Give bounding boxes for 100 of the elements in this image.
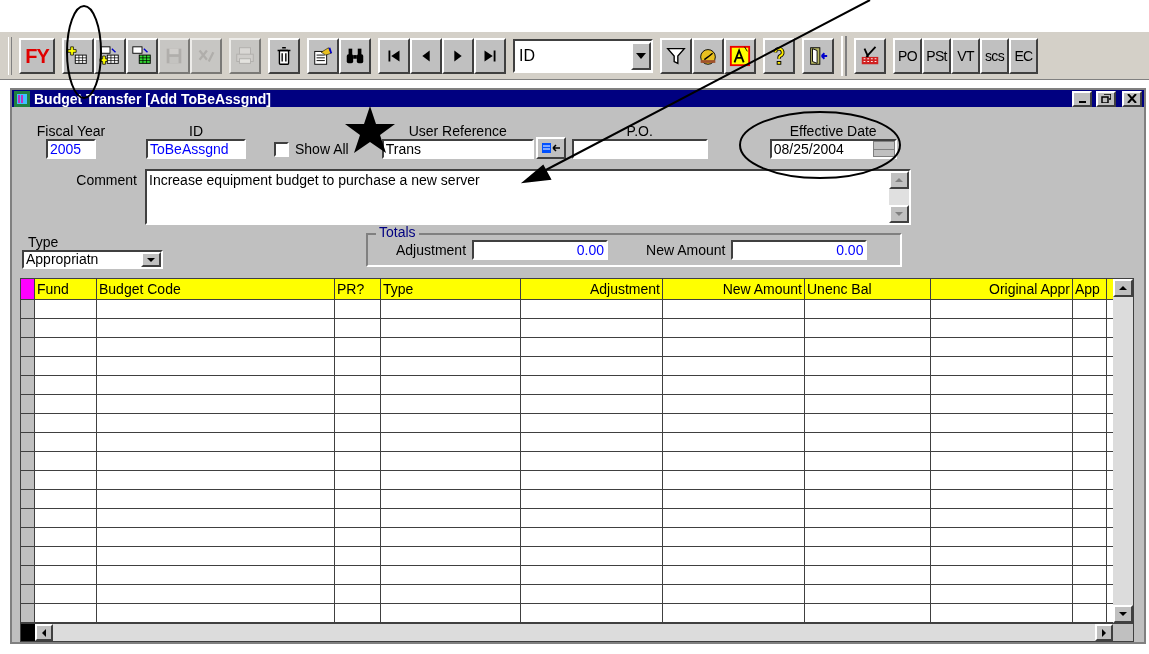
input-field[interactable]: 0.00: [731, 240, 868, 260]
field-label: Fiscal Year: [36, 123, 106, 139]
vertical-scrollbar[interactable]: [889, 171, 909, 223]
module-button[interactable]: PO: [893, 37, 922, 74]
field-label: New Amount: [646, 242, 726, 258]
column-header[interactable]: New Amount: [663, 279, 805, 299]
field-label: Type: [28, 234, 60, 250]
scroll-up-icon: [895, 178, 903, 182]
toolbar-button[interactable]: [692, 37, 724, 74]
type-dropdown[interactable]: Appropriatn: [22, 250, 163, 269]
field-label: Comment: [75, 172, 137, 188]
row-header[interactable]: [21, 319, 35, 337]
row-header[interactable]: [21, 528, 35, 546]
date-field[interactable]: 08/25/2004: [769, 139, 897, 159]
input-field[interactable]: 2005: [46, 139, 96, 159]
row-header[interactable]: [21, 604, 35, 622]
caret-icon: [147, 257, 155, 262]
app-icon: [14, 90, 30, 107]
row-header[interactable]: [21, 395, 35, 413]
column-header[interactable]: Original Appr: [931, 279, 1073, 299]
module-button[interactable]: EC: [1009, 37, 1038, 74]
row-header[interactable]: [21, 414, 35, 432]
module-button[interactable]: scs: [980, 37, 1009, 74]
minimize-icon: [1078, 100, 1086, 103]
column-header[interactable]: Fund: [35, 279, 97, 299]
close-button[interactable]: [1122, 90, 1142, 107]
row-header[interactable]: [21, 566, 35, 584]
column-header[interactable]: Adjustment: [521, 279, 663, 299]
toolbar-button[interactable]: [62, 37, 94, 74]
checkbox[interactable]: [274, 141, 289, 157]
toolbar-button[interactable]: [802, 37, 834, 74]
module-button[interactable]: PSt: [922, 37, 951, 74]
input-field[interactable]: Trans: [381, 139, 534, 159]
grid-corner: [1113, 624, 1133, 641]
row-header[interactable]: [21, 452, 35, 470]
row-header[interactable]: [21, 471, 35, 489]
row-header[interactable]: [21, 585, 35, 603]
field-label: Adjustment: [396, 242, 467, 258]
row-header[interactable]: [21, 547, 35, 565]
grid-corner: [21, 624, 35, 641]
scroll-down-icon: [1119, 612, 1127, 616]
horizontal-scrollbar[interactable]: [35, 624, 1113, 641]
row-header[interactable]: [21, 300, 35, 318]
column-header[interactable]: App: [1073, 279, 1107, 299]
column-header[interactable]: Type: [381, 279, 521, 299]
toolbar-button[interactable]: [763, 37, 795, 74]
comment-text-area[interactable]: Increase equipment budget to purchase a new server: [145, 169, 911, 225]
row-header[interactable]: [21, 357, 35, 375]
column-header[interactable]: PR?: [335, 279, 381, 299]
toolbar-button[interactable]: [474, 37, 506, 74]
toolbar-button[interactable]: [268, 37, 300, 74]
list-arrow-icon: [540, 142, 561, 154]
toolbar-button[interactable]: [126, 37, 158, 74]
row-header[interactable]: [21, 433, 35, 451]
report-tool-icon: [859, 44, 881, 67]
add-record-icon: [67, 44, 89, 67]
field-label: ID: [189, 123, 203, 139]
scroll-up-icon: [1119, 286, 1127, 290]
toolbar-button[interactable]: [660, 37, 692, 74]
font-icon: [729, 44, 751, 67]
module-button[interactable]: VT: [951, 37, 980, 74]
minimize-button[interactable]: [1072, 90, 1092, 107]
toolbar-button[interactable]: [724, 37, 756, 74]
row-header[interactable]: [21, 509, 35, 527]
row-header[interactable]: [21, 490, 35, 508]
toolbar-button[interactable]: [410, 37, 442, 74]
column-header[interactable]: Budget Code: [97, 279, 335, 299]
restore-button[interactable]: [1096, 90, 1116, 107]
copy-to-grid-icon: [131, 44, 153, 67]
input-field[interactable]: ToBeAssgnd: [146, 139, 246, 159]
input-field[interactable]: [571, 139, 708, 159]
lookup-button[interactable]: [535, 137, 566, 159]
scroll-right-icon: [1102, 628, 1106, 637]
toolbar-button[interactable]: [94, 37, 126, 74]
caret-icon: [636, 52, 646, 59]
column-header[interactable]: Unenc Bal: [805, 279, 931, 299]
search-field-dropdown[interactable]: ID: [513, 38, 653, 73]
notes-icon: [312, 44, 334, 67]
input-field[interactable]: 0.00: [472, 240, 609, 260]
vertical-scrollbar[interactable]: [1113, 279, 1133, 623]
field-label: Show All: [295, 141, 349, 157]
exit-door-icon: [807, 44, 829, 67]
row-header[interactable]: [21, 338, 35, 356]
spin-control[interactable]: [872, 141, 895, 157]
scroll-left-icon: [42, 628, 46, 637]
field-label: P.O.: [626, 123, 653, 139]
restore-icon: [1101, 94, 1111, 103]
toolbar-button[interactable]: [378, 37, 410, 74]
row-header[interactable]: [21, 376, 35, 394]
scroll-down-icon: [895, 212, 903, 216]
toolbar-button[interactable]: [854, 37, 886, 74]
print-icon: [234, 44, 256, 67]
field-label: User Reference: [408, 123, 507, 139]
copy-record-icon: [99, 44, 121, 67]
toolbar-button[interactable]: [307, 37, 339, 74]
group-title: Totals: [376, 225, 419, 239]
window-title: Budget Transfer [Add ToBeAssgnd]: [34, 90, 272, 107]
toolbar-button[interactable]: [442, 37, 474, 74]
close-icon: [1127, 94, 1137, 103]
toolbar-button[interactable]: [339, 37, 371, 74]
